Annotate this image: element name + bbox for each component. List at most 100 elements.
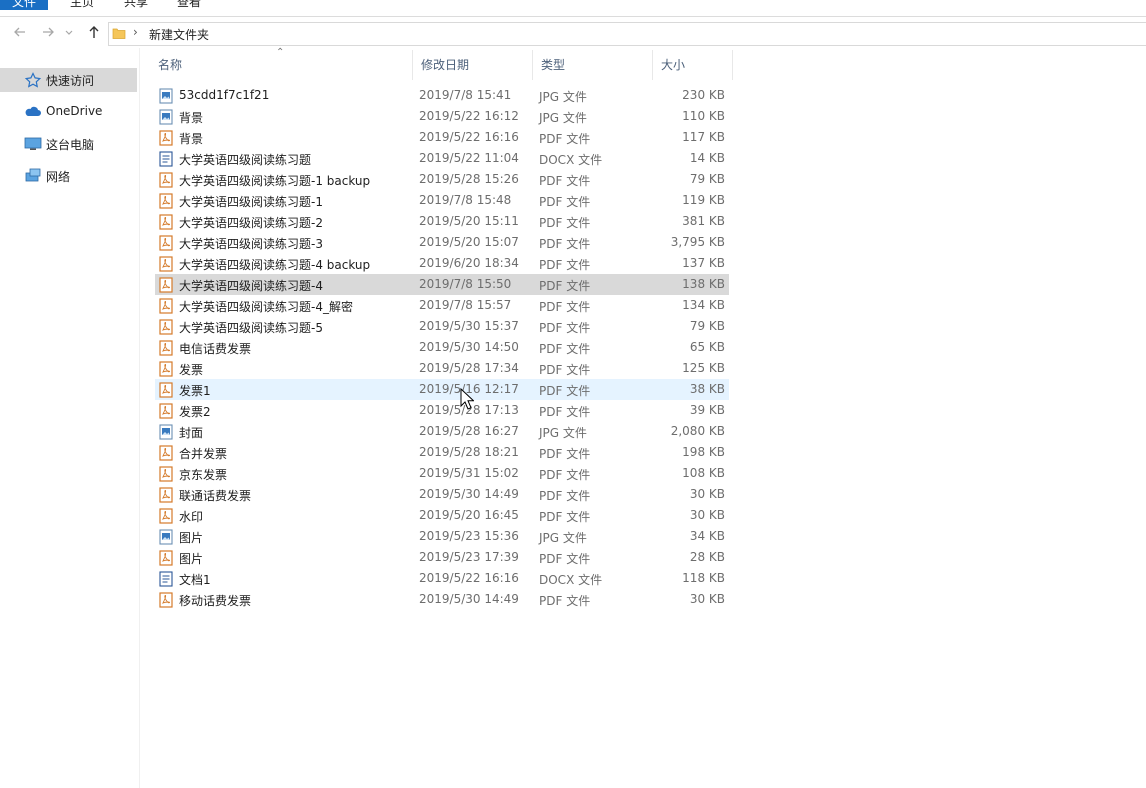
file-row[interactable]: 移动话费发票 2019/5/30 14:49 PDF 文件 30 KB xyxy=(155,589,729,610)
file-size: 381 KB xyxy=(682,214,725,228)
file-row[interactable]: 大学英语四级阅读练习题-1 2019/7/8 15:48 PDF 文件 119 KB xyxy=(155,190,729,211)
file-row[interactable]: 联通话费发票 2019/5/30 14:49 PDF 文件 30 KB xyxy=(155,484,729,505)
tab-file[interactable]: 文件 xyxy=(0,0,49,10)
file-type: JPG 文件 xyxy=(539,90,587,104)
file-row[interactable]: 京东发票 2019/5/31 15:02 PDF 文件 108 KB xyxy=(155,463,729,484)
file-row[interactable]: 大学英语四级阅读练习题-5 2019/5/30 15:37 PDF 文件 79 KB xyxy=(155,316,729,337)
sidebar-item-quick-access[interactable]: 快速访问 xyxy=(0,68,137,92)
file-type: JPG 文件 xyxy=(539,111,587,125)
file-name: 发票 xyxy=(179,363,204,377)
pdf-file-icon xyxy=(159,445,173,461)
file-row[interactable]: 大学英语四级阅读练习题-4_解密 2019/7/8 15:57 PDF 文件 134 … xyxy=(155,295,729,316)
file-row[interactable]: 合并发票 2019/5/28 18:21 PDF 文件 198 KB xyxy=(155,442,729,463)
file-name: 发票1 xyxy=(179,384,211,398)
file-size: 38 KB xyxy=(689,382,725,396)
sidebar-item-onedrive[interactable]: OneDrive xyxy=(0,100,137,124)
column-header-type[interactable]: 类型 xyxy=(533,50,653,80)
file-row[interactable]: 文档1 2019/5/22 16:16 DOCX 文件 118 KB xyxy=(155,568,729,589)
file-row[interactable]: 发票1 2019/5/16 12:17 PDF 文件 38 KB xyxy=(155,379,729,400)
file-name: 合并发票 xyxy=(179,447,228,461)
file-modified-date: 2019/5/23 17:39 xyxy=(419,550,519,564)
file-row[interactable]: 53cdd1f7c1f21 2019/7/8 15:41 JPG 文件 230 KB xyxy=(155,85,729,106)
file-row[interactable]: 图片 2019/5/23 17:39 PDF 文件 28 KB xyxy=(155,547,729,568)
address-bar[interactable]: › 新建文件夹 xyxy=(108,22,1146,46)
file-row[interactable]: 大学英语四级阅读练习题 2019/5/22 11:04 DOCX 文件 14 KB xyxy=(155,148,729,169)
file-modified-date: 2019/5/28 16:27 xyxy=(419,424,519,438)
file-row[interactable]: 水印 2019/5/20 16:45 PDF 文件 30 KB xyxy=(155,505,729,526)
file-type: PDF 文件 xyxy=(539,174,591,188)
file-size: 28 KB xyxy=(689,550,725,564)
file-row[interactable]: 封面 2019/5/28 16:27 JPG 文件 2,080 KB xyxy=(155,421,729,442)
file-size: 3,795 KB xyxy=(670,235,725,249)
file-row[interactable]: 电信话费发票 2019/5/30 14:50 PDF 文件 65 KB xyxy=(155,337,729,358)
tab-share[interactable]: 共享 xyxy=(124,0,148,10)
file-row[interactable]: 大学英语四级阅读练习题-2 2019/5/20 15:11 PDF 文件 381 KB xyxy=(155,211,729,232)
column-header-name[interactable]: 名称 xyxy=(150,50,413,80)
pdf-file-icon xyxy=(159,172,173,188)
network-icon xyxy=(25,168,41,182)
file-size: 230 KB xyxy=(682,88,725,102)
pdf-file-icon xyxy=(159,340,173,356)
file-type: PDF 文件 xyxy=(539,363,591,377)
file-type: PDF 文件 xyxy=(539,384,591,398)
file-row[interactable]: 图片 2019/5/23 15:36 JPG 文件 34 KB xyxy=(155,526,729,547)
file-modified-date: 2019/5/22 16:16 xyxy=(419,130,519,144)
file-name: 大学英语四级阅读练习题-1 xyxy=(179,195,323,209)
file-type: PDF 文件 xyxy=(539,321,591,335)
recent-locations-chevron-icon[interactable] xyxy=(64,24,74,40)
pdf-file-icon xyxy=(159,550,173,566)
pdf-file-icon xyxy=(159,319,173,335)
file-size: 30 KB xyxy=(689,592,725,606)
back-arrow-icon[interactable] xyxy=(12,24,28,40)
sidebar-item-label: 快速访问 xyxy=(46,74,95,88)
file-name: 背景 xyxy=(179,132,204,146)
file-row[interactable]: 大学英语四级阅读练习题-4 2019/7/8 15:50 PDF 文件 138 KB xyxy=(155,274,729,295)
file-modified-date: 2019/5/28 15:26 xyxy=(419,172,519,186)
computer-icon xyxy=(24,137,42,150)
file-row[interactable]: 大学英语四级阅读练习题-1 backup 2019/5/28 15:26 PDF 文… xyxy=(155,169,729,190)
file-modified-date: 2019/5/20 15:07 xyxy=(419,235,519,249)
tab-home[interactable]: 主页 xyxy=(70,0,94,10)
sidebar-item-network[interactable]: 网络 xyxy=(0,164,137,188)
pdf-file-icon xyxy=(159,487,173,503)
file-name: 大学英语四级阅读练习题-4_解密 xyxy=(179,300,353,314)
tab-view[interactable]: 查看 xyxy=(177,0,201,10)
sidebar-item-this-pc[interactable]: 这台电脑 xyxy=(0,132,137,156)
word-document-icon xyxy=(159,571,173,587)
breadcrumb-current-folder[interactable]: 新建文件夹 xyxy=(149,26,209,43)
file-size: 34 KB xyxy=(689,529,725,543)
folder-icon xyxy=(112,28,126,39)
up-arrow-icon[interactable] xyxy=(86,24,102,40)
mouse-pointer-icon xyxy=(460,388,474,410)
pdf-file-icon xyxy=(159,214,173,230)
column-header-size[interactable]: 大小 xyxy=(653,50,733,80)
file-row[interactable]: 大学英语四级阅读练习题-3 2019/5/20 15:07 PDF 文件 3,795 … xyxy=(155,232,729,253)
pdf-file-icon xyxy=(159,235,173,251)
file-name: 大学英语四级阅读练习题-4 backup xyxy=(179,258,371,272)
image-file-icon xyxy=(159,88,173,104)
file-modified-date: 2019/5/23 15:36 xyxy=(419,529,519,543)
file-row[interactable]: 发票 2019/5/28 17:34 PDF 文件 125 KB xyxy=(155,358,729,379)
file-type: PDF 文件 xyxy=(539,195,591,209)
forward-arrow-icon[interactable] xyxy=(40,24,56,40)
file-modified-date: 2019/5/30 15:37 xyxy=(419,319,519,333)
file-type: PDF 文件 xyxy=(539,405,591,419)
file-row[interactable]: 背景 2019/5/22 16:16 PDF 文件 117 KB xyxy=(155,127,729,148)
file-type: PDF 文件 xyxy=(539,342,591,356)
word-document-icon xyxy=(159,151,173,167)
file-row[interactable]: 发票2 2019/5/28 17:13 PDF 文件 39 KB xyxy=(155,400,729,421)
file-size: 39 KB xyxy=(689,403,725,417)
file-row[interactable]: 背景 2019/5/22 16:12 JPG 文件 110 KB xyxy=(155,106,729,127)
breadcrumb-chevron-icon[interactable]: › xyxy=(133,25,138,39)
cloud-icon xyxy=(25,106,41,116)
file-row[interactable]: 大学英语四级阅读练习题-4 backup 2019/6/20 18:34 PDF 文… xyxy=(155,253,729,274)
file-type: PDF 文件 xyxy=(539,132,591,146)
file-modified-date: 2019/5/22 16:12 xyxy=(419,109,519,123)
file-name: 图片 xyxy=(179,531,204,545)
file-size: 79 KB xyxy=(689,319,725,333)
file-type: PDF 文件 xyxy=(539,300,591,314)
star-icon xyxy=(24,72,42,88)
file-name: 背景 xyxy=(179,111,204,125)
column-header-date[interactable]: 修改日期 xyxy=(413,50,533,80)
file-size: 138 KB xyxy=(682,277,725,291)
